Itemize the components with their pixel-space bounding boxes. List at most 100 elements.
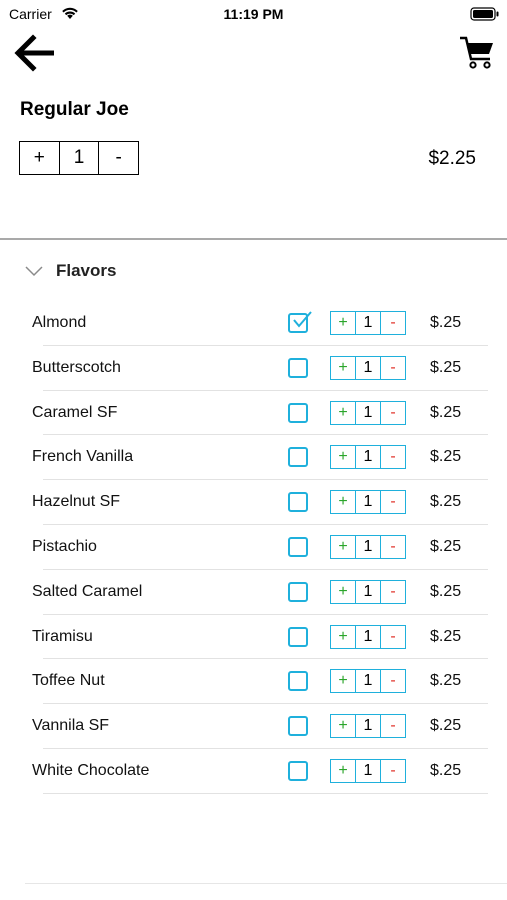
list-item: Caramel SF +1- $.25 [0,391,507,436]
flavor-quantity-value: 1 [356,535,381,558]
chevron-down-icon [25,266,43,277]
flavor-decrement-button[interactable]: - [381,760,405,782]
flavor-increment-button[interactable]: + [331,356,356,379]
flavor-quantity-value: 1 [356,625,381,648]
flavor-increment-button[interactable]: + [331,401,356,424]
flavor-increment-button[interactable]: + [331,535,356,558]
flavor-price: $.25 [430,672,462,690]
flavor-quantity-stepper: +1- [330,400,406,425]
flavor-name: Toffee Nut [32,672,105,690]
flavor-checkbox[interactable] [288,581,308,602]
flavor-checkbox[interactable] [288,760,308,781]
flavor-checkbox[interactable] [288,536,308,557]
flavor-quantity-stepper: +1- [330,579,406,604]
bottom-divider [25,883,507,884]
flavor-checkbox[interactable] [288,357,308,378]
shopping-cart-icon [460,36,493,69]
flavor-checkbox[interactable] [288,671,308,692]
flavor-increment-button[interactable]: + [331,670,356,693]
flavor-decrement-button[interactable]: - [381,491,405,513]
list-item: Hazelnut SF +1- $.25 [0,480,507,525]
product-quantity-value: 1 [60,142,100,174]
flavor-decrement-button[interactable]: - [381,715,405,737]
flavor-price: $.25 [430,761,462,779]
flavor-name: Pistachio [32,537,97,555]
flavor-increment-button[interactable]: + [331,580,356,603]
flavor-checkbox[interactable] [288,311,312,333]
flavor-name: French Vanilla [32,448,134,466]
flavor-name: Hazelnut SF [32,493,121,511]
flavor-quantity-value: 1 [356,446,381,469]
flavor-quantity-value: 1 [356,715,381,738]
flavor-quantity-value: 1 [356,491,381,514]
product-name: Regular Joe [20,99,129,120]
list-item: White Chocolate +1- $.25 [0,749,507,794]
status-bar: Carrier 11:19 PM [0,0,507,28]
cart-button[interactable] [458,34,496,72]
flavor-checkbox[interactable] [288,716,308,737]
flavor-price: $.25 [430,582,462,600]
list-item: Toffee Nut +1- $.25 [0,659,507,704]
product-price: $2.25 [428,148,476,169]
flavor-quantity-stepper: +1- [330,355,406,380]
flavor-decrement-button[interactable]: - [381,536,405,558]
flavor-checkbox[interactable] [288,492,308,513]
flavor-price: $.25 [430,493,462,511]
flavor-quantity-value: 1 [356,580,381,603]
status-time: 11:19 PM [223,6,284,22]
flavor-quantity-value: 1 [356,312,381,334]
product-quantity-stepper: + 1 - [19,141,139,175]
flavor-quantity-stepper: +1- [330,534,406,559]
flavor-name: White Chocolate [32,761,150,779]
flavor-name: Caramel SF [32,403,118,421]
flavor-decrement-button[interactable]: - [381,670,405,692]
flavor-checkbox[interactable] [288,447,308,468]
flavor-increment-button[interactable]: + [331,446,356,469]
flavors-title: Flavors [56,261,117,280]
flavor-decrement-button[interactable]: - [381,626,405,648]
back-button[interactable] [12,34,58,72]
flavor-increment-button[interactable]: + [331,491,356,514]
flavor-price: $.25 [430,717,462,735]
flavor-name: Salted Caramel [32,582,143,600]
flavor-list: Almond +1- $.25 Butterscotch +1- $.25 Caramel … [0,301,507,794]
flavor-price: $.25 [430,448,462,466]
list-item: Butterscotch +1- $.25 [0,346,507,391]
flavor-price: $.25 [430,358,462,376]
flavor-price: $.25 [430,627,462,645]
flavor-quantity-stepper: +1- [330,669,406,694]
flavor-quantity-value: 1 [356,759,381,782]
product-decrement-button[interactable]: - [99,142,138,174]
flavor-checkbox[interactable] [288,626,308,647]
flavor-quantity-value: 1 [356,670,381,693]
arrow-left-icon [14,34,54,72]
flavor-price: $.25 [430,314,462,331]
flavor-quantity-stepper: +1- [330,624,406,649]
flavor-quantity-stepper: +1- [330,490,406,515]
checkmark-icon [293,311,312,328]
flavor-quantity-stepper: +1- [330,758,406,783]
flavor-increment-button[interactable]: + [331,312,356,334]
flavor-price: $.25 [430,403,462,421]
list-item: Vannila SF +1- $.25 [0,704,507,749]
flavor-increment-button[interactable]: + [331,715,356,738]
flavor-checkbox[interactable] [288,402,308,423]
list-item: French Vanilla +1- $.25 [0,435,507,480]
flavor-decrement-button[interactable]: - [381,312,405,334]
flavor-price: $.25 [430,537,462,555]
flavor-name: Vannila SF [32,717,110,735]
flavor-decrement-button[interactable]: - [381,357,405,379]
list-item: Salted Caramel +1- $.25 [0,570,507,615]
flavor-decrement-button[interactable]: - [381,581,405,603]
flavor-decrement-button[interactable]: - [381,402,405,424]
section-divider [0,238,507,240]
flavor-increment-button[interactable]: + [331,759,356,782]
flavor-name: Tiramisu [32,627,93,645]
flavor-decrement-button[interactable]: - [381,446,405,468]
flavors-section-toggle[interactable]: Flavors [24,259,116,283]
flavor-quantity-stepper: +1- [330,714,406,739]
flavor-increment-button[interactable]: + [331,625,356,648]
list-item: Tiramisu +1- $.25 [0,615,507,660]
flavor-name: Butterscotch [32,358,121,376]
product-increment-button[interactable]: + [20,142,60,174]
